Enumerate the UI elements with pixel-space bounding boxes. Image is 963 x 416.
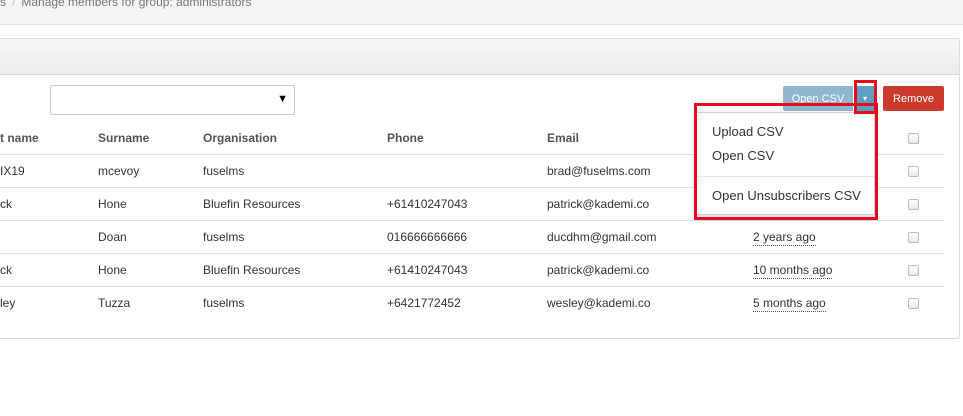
cell-first-name: ck [0,263,12,277]
cell-surname: mcevoy [98,164,140,178]
relative-time: 10 months ago [753,263,833,279]
cell-phone: 016666666666 [387,230,468,244]
top-bar: s / Manage members for group: administrato… [0,0,963,25]
cell-first-name: ley [0,296,16,310]
cell-first-name: IX19 [0,164,25,178]
cell-last-seen: 5 months ago [753,296,826,312]
caret-down-icon: ▼ [277,93,288,105]
cell-email: ducdhm@gmail.com [547,230,657,244]
cell-organisation: fuselms [203,230,245,244]
col-header-surname[interactable]: Surname [98,131,149,145]
cell-phone: +6421772452 [387,296,461,310]
row-checkbox[interactable] [908,199,919,210]
cell-surname: Hone [98,263,127,277]
col-header-organisation[interactable]: Organisation [203,131,277,145]
relative-time: 5 months ago [753,296,826,312]
relative-time: 2 years ago [753,230,816,246]
cell-phone: +61410247043 [387,197,468,211]
cell-email: patrick@kademi.co [547,263,650,277]
breadcrumb-current: Manage members for group: administrators [21,0,252,9]
cell-email: patrick@kademi.co [547,197,650,211]
cell-email: brad@fuselms.com [547,164,651,178]
remove-button[interactable]: Remove [883,86,944,111]
cell-first-name: ck [0,197,12,211]
cell-surname: Tuzza [98,296,131,310]
panel-header [0,39,959,75]
col-header-email[interactable]: Email [547,131,579,145]
select-all-checkbox[interactable] [908,133,919,144]
breadcrumb: s / Manage members for group: administrato… [0,0,251,9]
highlight-box-menu [694,103,878,220]
breadcrumb-separator: / [12,0,16,9]
cell-email: wesley@kademi.co [547,296,651,310]
col-header-first-name[interactable]: t name [0,131,39,145]
filter-select[interactable]: ▼ [50,85,295,115]
breadcrumb-prev[interactable]: s [0,0,6,9]
cell-organisation: Bluefin Resources [203,197,301,211]
cell-surname: Doan [98,230,127,244]
row-checkbox[interactable] [908,232,919,243]
row-divider [0,253,944,254]
row-checkbox[interactable] [908,265,919,276]
row-divider [0,286,944,287]
col-header-phone[interactable]: Phone [387,131,424,145]
cell-last-seen: 2 years ago [753,230,816,246]
row-checkbox[interactable] [908,166,919,177]
cell-last-seen: 10 months ago [753,263,833,279]
cell-organisation: fuselms [203,164,245,178]
cell-organisation: fuselms [203,296,245,310]
cell-phone: +61410247043 [387,263,468,277]
cell-surname: Hone [98,197,127,211]
cell-organisation: Bluefin Resources [203,263,301,277]
row-divider [0,220,944,221]
row-checkbox[interactable] [908,298,919,309]
